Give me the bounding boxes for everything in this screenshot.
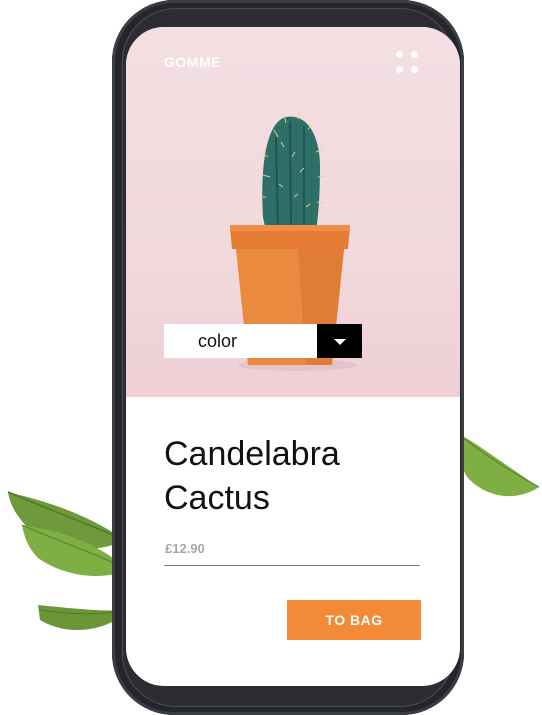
- product-price: £12.90: [165, 541, 205, 556]
- product-hero-image: GOMME color: [126, 27, 460, 397]
- product-title: Candelabra Cactus: [164, 432, 340, 520]
- grid-menu-icon[interactable]: [396, 51, 422, 77]
- product-title-line-2: Cactus: [164, 479, 270, 517]
- leaf-decoration-right: [456, 432, 540, 497]
- caret-down-icon[interactable]: [317, 324, 362, 358]
- phone-screen: GOMME color Candelabra Cactus £12.90 TO …: [126, 27, 460, 686]
- color-dropdown[interactable]: color: [164, 324, 362, 358]
- price-divider: [164, 565, 420, 566]
- color-dropdown-value: color: [198, 331, 238, 351]
- product-title-line-1: Candelabra: [164, 435, 340, 473]
- brand-logo[interactable]: GOMME: [164, 54, 221, 70]
- to-bag-button[interactable]: TO BAG: [287, 600, 421, 640]
